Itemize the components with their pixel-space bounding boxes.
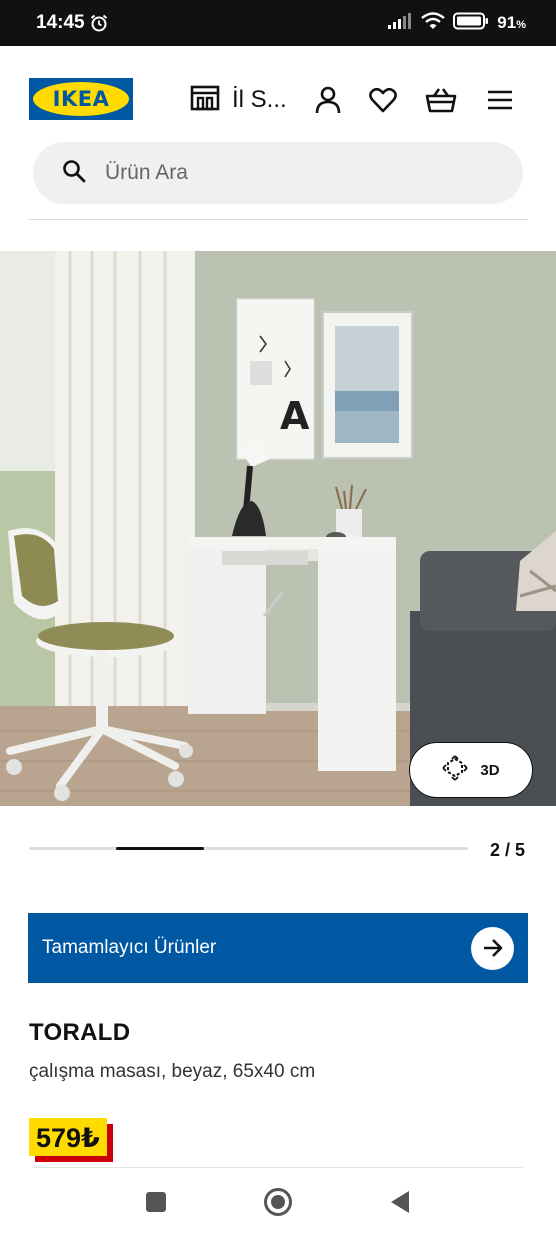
- ikea-logo[interactable]: IKEA: [29, 78, 133, 120]
- store-label: İl S...: [232, 86, 287, 113]
- product-name: TORALD: [29, 1019, 131, 1046]
- product-price: 579₺: [29, 1118, 107, 1156]
- gallery-progress-track[interactable]: [29, 847, 468, 850]
- recent-apps-icon[interactable]: [136, 1184, 176, 1220]
- complementary-products-label: Tamamlayıcı Ürünler: [42, 937, 217, 958]
- user-icon[interactable]: [313, 85, 343, 115]
- product-description: çalışma masası, beyaz, 65x40 cm: [29, 1061, 316, 1082]
- view-3d-label: 3D: [480, 761, 500, 779]
- menu-icon[interactable]: [485, 85, 515, 115]
- gallery-counter: 2 / 5: [490, 840, 526, 860]
- product-image[interactable]: A 3D: [0, 251, 556, 806]
- back-icon[interactable]: [380, 1184, 420, 1220]
- home-icon[interactable]: [258, 1184, 298, 1220]
- search-input[interactable]: Ürün Ara: [33, 142, 523, 204]
- svg-text:A: A: [280, 394, 310, 438]
- alarm-icon: [89, 13, 109, 33]
- complementary-products-button[interactable]: Tamamlayıcı Ürünler: [28, 913, 528, 983]
- view-3d-button[interactable]: 3D: [409, 742, 533, 798]
- store-icon: [190, 85, 220, 116]
- heart-icon[interactable]: [368, 85, 398, 115]
- divider: [29, 219, 528, 220]
- logo-oval: IKEA: [33, 82, 129, 116]
- search-placeholder: Ürün Ara: [105, 161, 188, 184]
- signal-icon: [387, 12, 413, 35]
- status-bar: 14:45 91%: [0, 0, 556, 46]
- cube-3d-icon: [442, 754, 469, 786]
- arrow-right-icon: [471, 926, 514, 970]
- search-icon: [62, 159, 86, 188]
- app-header: IKEA İl S...: [0, 47, 556, 147]
- store-selector-button[interactable]: İl S...: [190, 85, 287, 115]
- gallery-progress-thumb[interactable]: [116, 847, 204, 850]
- wifi-icon: [421, 11, 446, 35]
- nav-divider: [33, 1167, 523, 1168]
- product-photo: A: [0, 251, 556, 806]
- price-tag: 579₺: [29, 1118, 113, 1162]
- battery-icon: [453, 12, 489, 35]
- status-time: 14:45: [36, 12, 85, 33]
- battery-percent: 91%: [497, 13, 526, 32]
- basket-icon[interactable]: [424, 85, 458, 115]
